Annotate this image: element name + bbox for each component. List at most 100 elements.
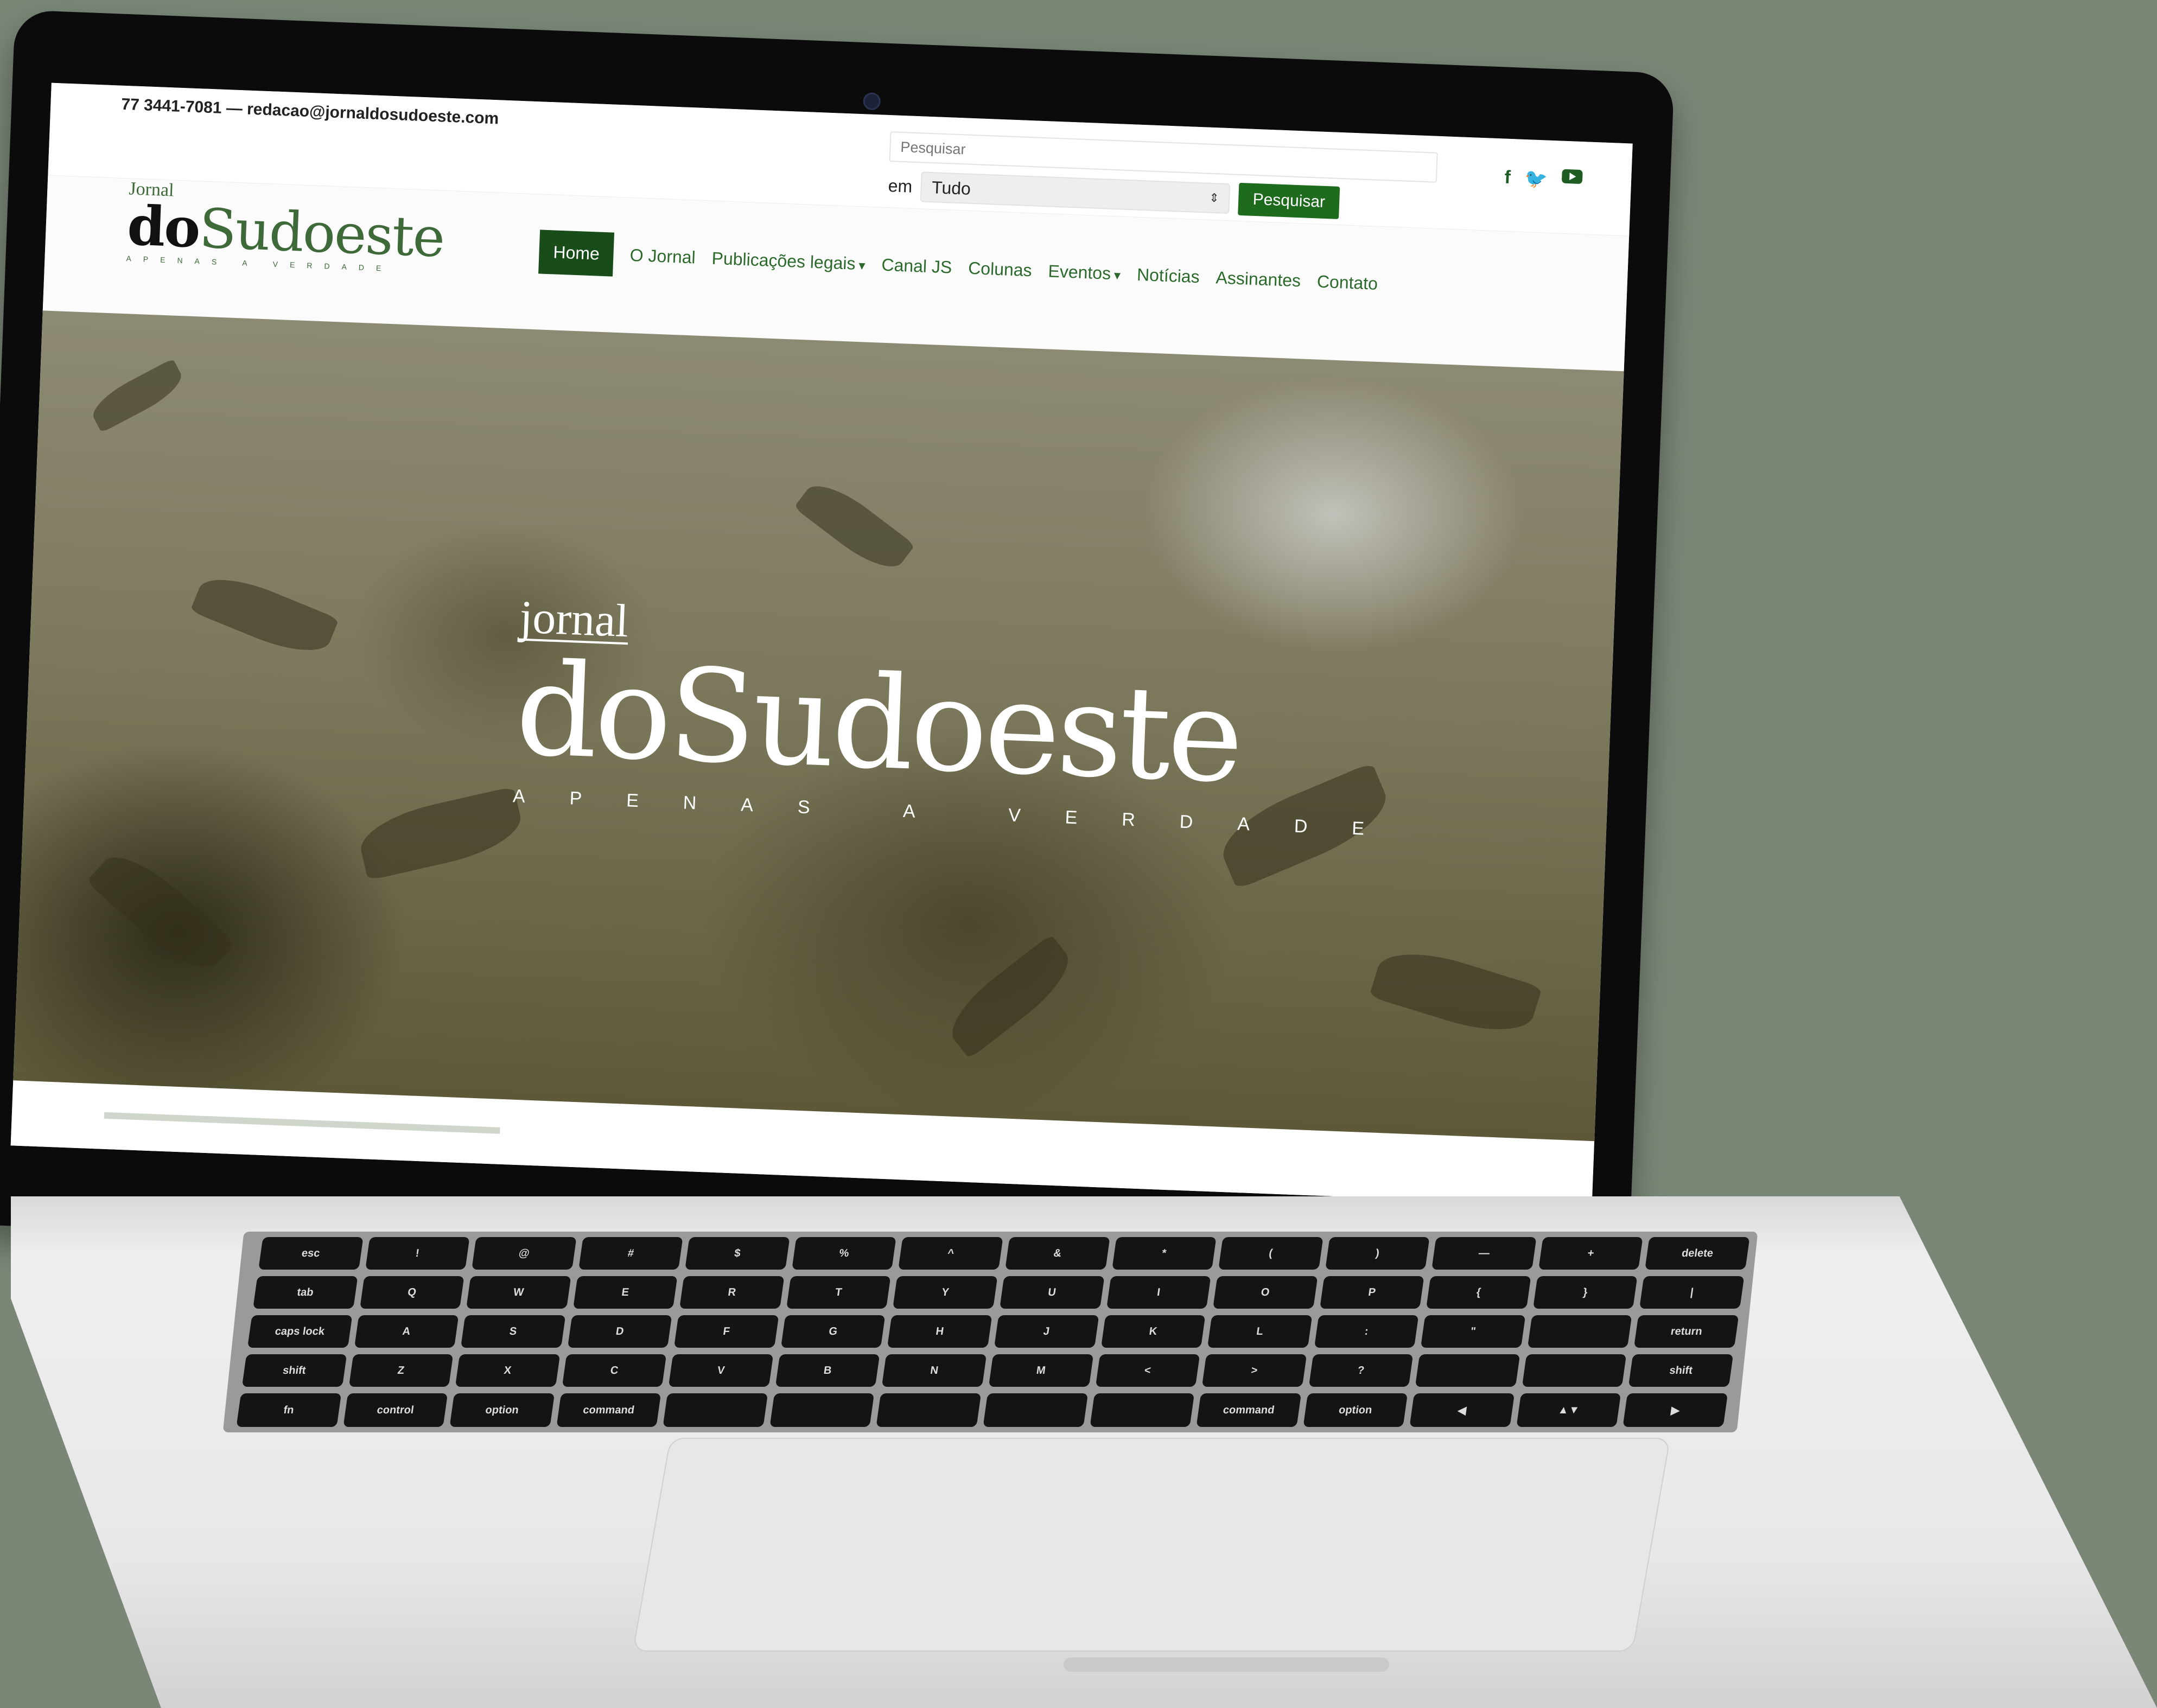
keyboard-key: I bbox=[1106, 1276, 1211, 1309]
keyboard-key: P bbox=[1319, 1276, 1424, 1309]
hero-leaf bbox=[86, 358, 188, 433]
keyboard-key: & bbox=[1005, 1237, 1110, 1270]
hero-logo-wordmark: doSudoeste bbox=[513, 634, 1243, 812]
keyboard-key: R bbox=[679, 1276, 785, 1309]
social-links: f 🐦 bbox=[1504, 167, 1583, 192]
keyboard-key: D bbox=[567, 1315, 672, 1348]
nav-canal-js[interactable]: Canal JS bbox=[881, 255, 952, 278]
keyboard-key: | bbox=[1639, 1276, 1745, 1309]
keyboard-key: — bbox=[1431, 1237, 1537, 1270]
keyboard-key: ▲▼ bbox=[1516, 1393, 1621, 1427]
hero-banner: jornal doSudoeste APENAS A VERDADE bbox=[13, 310, 1624, 1142]
keyboard-key: Y bbox=[893, 1276, 998, 1309]
search-scope-select[interactable]: Tudo ⇕ bbox=[920, 171, 1231, 214]
keyboard-key: N bbox=[882, 1354, 987, 1387]
keyboard-key: ! bbox=[365, 1237, 470, 1270]
contact-info: 77 3441-7081 — redacao@jornaldosudoeste.… bbox=[120, 95, 499, 128]
site-logo[interactable]: Jornal doSudoeste APENAS A VERDADE bbox=[126, 179, 455, 275]
main-nav: Home O Jornal Publicações legais ▾ Canal … bbox=[538, 230, 1378, 305]
keyboard-key: } bbox=[1532, 1276, 1638, 1309]
keyboard-key: O bbox=[1213, 1276, 1318, 1309]
facebook-icon[interactable]: f bbox=[1504, 167, 1511, 189]
keyboard-key: Q bbox=[359, 1276, 465, 1309]
laptop-front-notch bbox=[1064, 1658, 1389, 1672]
content-preview bbox=[104, 1112, 500, 1134]
hero-leaf bbox=[86, 841, 236, 984]
keyboard-key: Z bbox=[348, 1354, 454, 1387]
keyboard-key bbox=[1089, 1393, 1195, 1427]
keyboard-key bbox=[1527, 1315, 1632, 1348]
hero-leaf bbox=[939, 934, 1081, 1059]
webcam bbox=[863, 92, 881, 111]
keyboard-key bbox=[1522, 1354, 1627, 1387]
keyboard-key: A bbox=[354, 1315, 459, 1348]
twitter-icon[interactable]: 🐦 bbox=[1524, 168, 1548, 190]
keyboard-key: + bbox=[1538, 1237, 1644, 1270]
keyboard-key bbox=[876, 1393, 982, 1427]
keyboard-key bbox=[1415, 1354, 1520, 1387]
keyboard-key: H bbox=[887, 1315, 992, 1348]
keyboard-key: < bbox=[1095, 1354, 1200, 1387]
nav-eventos[interactable]: Eventos ▾ bbox=[1048, 261, 1121, 284]
keyboard-key: ( bbox=[1218, 1237, 1324, 1270]
keyboard-key bbox=[983, 1393, 1088, 1427]
keyboard-key: M bbox=[988, 1354, 1093, 1387]
hero-leaf bbox=[354, 786, 527, 881]
keyboard-key: > bbox=[1201, 1354, 1307, 1387]
trackpad bbox=[632, 1438, 1671, 1652]
nav-home[interactable]: Home bbox=[538, 230, 615, 277]
hero-logo: jornal doSudoeste APENAS A VERDADE bbox=[512, 591, 1416, 842]
keyboard-key: tab bbox=[253, 1276, 358, 1309]
keyboard-key: command bbox=[556, 1393, 661, 1427]
laptop-lid: 77 3441-7081 — redacao@jornaldosudoeste.… bbox=[0, 10, 1675, 1288]
keyboard-key: V bbox=[669, 1354, 774, 1387]
keyboard-key: ? bbox=[1308, 1354, 1414, 1387]
keyboard-key: @ bbox=[472, 1237, 577, 1270]
hero-leaf bbox=[1369, 939, 1543, 1045]
keyboard-key bbox=[769, 1393, 875, 1427]
nav-noticias[interactable]: Notícias bbox=[1136, 265, 1200, 287]
keyboard-key: delete bbox=[1645, 1237, 1750, 1270]
keyboard-key: E bbox=[572, 1276, 678, 1309]
keyboard-key: $ bbox=[685, 1237, 790, 1270]
keyboard-key: " bbox=[1421, 1315, 1526, 1348]
keyboard-key: ◀ bbox=[1409, 1393, 1515, 1427]
keyboard-key: shift bbox=[241, 1354, 347, 1387]
nav-publicacoes-legais[interactable]: Publicações legais ▾ bbox=[711, 248, 866, 275]
hero-leaf bbox=[793, 473, 915, 580]
keyboard-key: return bbox=[1634, 1315, 1739, 1348]
keyboard-key: control bbox=[342, 1393, 448, 1427]
chevron-down-icon: ▾ bbox=[858, 258, 866, 273]
keyboard-key: W bbox=[466, 1276, 571, 1309]
keyboard-key: K bbox=[1100, 1315, 1206, 1348]
keyboard-key: ▶ bbox=[1622, 1393, 1728, 1427]
nav-colunas[interactable]: Colunas bbox=[968, 258, 1033, 281]
nav-contato[interactable]: Contato bbox=[1316, 271, 1378, 294]
keyboard-key: shift bbox=[1628, 1354, 1734, 1387]
keyboard-key: B bbox=[775, 1354, 880, 1387]
keyboard-key: % bbox=[792, 1237, 897, 1270]
keyboard-key: U bbox=[1000, 1276, 1105, 1309]
keyboard-key: ) bbox=[1325, 1237, 1430, 1270]
keyboard-key: J bbox=[994, 1315, 1099, 1348]
keyboard-key: L bbox=[1207, 1315, 1313, 1348]
keyboard-key: esc bbox=[258, 1237, 364, 1270]
keyboard-key: ^ bbox=[898, 1237, 1003, 1270]
keyboard-key: F bbox=[674, 1315, 779, 1348]
keyboard-key: T bbox=[786, 1276, 891, 1309]
keyboard-key: : bbox=[1314, 1315, 1419, 1348]
nav-assinantes[interactable]: Assinantes bbox=[1216, 267, 1301, 291]
keyboard-key: C bbox=[562, 1354, 667, 1387]
chevron-down-icon: ▾ bbox=[1114, 268, 1121, 283]
nav-o-jornal[interactable]: O Jornal bbox=[629, 245, 696, 268]
youtube-icon[interactable] bbox=[1561, 169, 1583, 184]
keyboard-key: fn bbox=[236, 1393, 341, 1427]
keyboard-key: option bbox=[449, 1393, 555, 1427]
keyboard-key: G bbox=[780, 1315, 886, 1348]
search-form: em Tudo ⇕ Pesquisar bbox=[888, 131, 1438, 223]
search-button[interactable]: Pesquisar bbox=[1238, 182, 1340, 219]
keyboard-key: X bbox=[455, 1354, 560, 1387]
keyboard-key: # bbox=[578, 1237, 683, 1270]
logo-wordmark: doSudoeste bbox=[126, 193, 446, 270]
hero-leaf bbox=[190, 565, 339, 665]
